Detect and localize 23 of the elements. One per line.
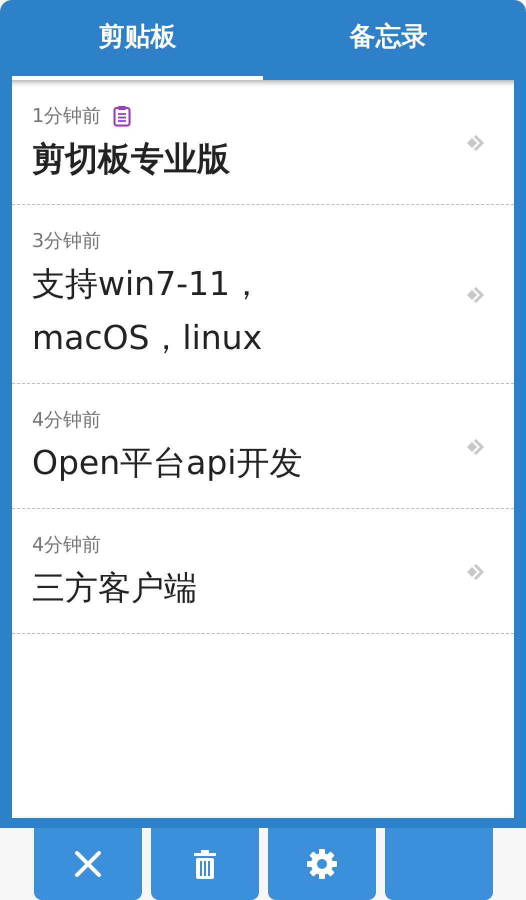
list-item[interactable]: 1分钟前 剪切板专业版 [12, 80, 514, 205]
note-text: Open平台api开发 [32, 442, 304, 484]
time-label: 1分钟前 [32, 104, 102, 129]
delete-button[interactable] [151, 828, 259, 900]
note-text: 三方客户端 [32, 567, 198, 609]
chevron-icon [466, 133, 486, 153]
note-text: 支持win7-11，macOS，linux [32, 263, 264, 359]
chevron-icon [466, 437, 486, 457]
close-button[interactable] [34, 828, 142, 900]
time-label: 3分钟前 [32, 229, 102, 254]
list-item[interactable]: 4分钟前 三方客户端 [12, 509, 514, 634]
list-item[interactable]: 3分钟前 支持win7-11，macOS，linux [12, 205, 514, 384]
tab[interactable]: 备忘录 [263, 0, 514, 80]
chevron-icon [466, 562, 486, 582]
settings-button[interactable] [268, 828, 376, 900]
trash-icon [193, 848, 217, 880]
close-icon [74, 850, 102, 878]
chevron-icon [466, 285, 486, 305]
note-text: 剪切板专业版 [32, 138, 231, 180]
list-item[interactable]: 4分钟前 Open平台api开发 [12, 384, 514, 509]
time-label: 4分钟前 [32, 533, 102, 558]
time-label: 4分钟前 [32, 408, 102, 433]
settings-icon [306, 848, 338, 880]
